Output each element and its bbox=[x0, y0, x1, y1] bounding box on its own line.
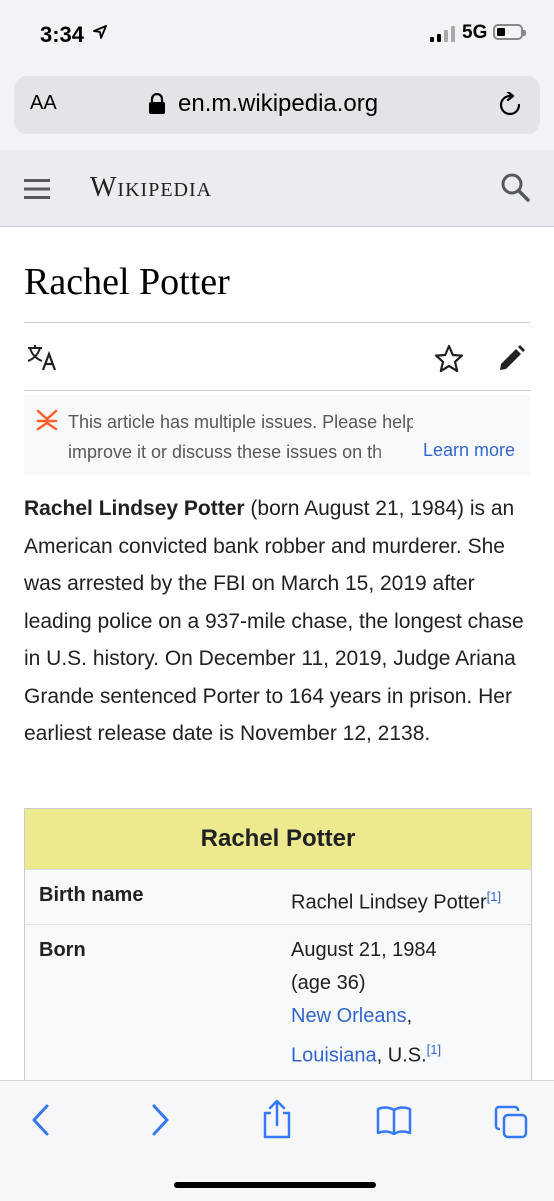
infobox-value: Rachel Lindsey Potter[1] bbox=[291, 889, 502, 914]
infobox-value: August 21, 1984 (age 36) New Orleans, Lo… bbox=[291, 939, 442, 1067]
signal-icon bbox=[430, 26, 456, 47]
issues-icon bbox=[36, 409, 58, 436]
lock-icon bbox=[148, 92, 166, 120]
location-arrow-icon bbox=[93, 25, 107, 44]
share-icon[interactable] bbox=[261, 1099, 293, 1144]
lead-text: (born August 21, 1984) is an American co… bbox=[24, 497, 524, 745]
issues-text: This article has multiple issues. Please… bbox=[68, 407, 413, 467]
search-icon[interactable] bbox=[500, 172, 530, 207]
lead-bold-name: Rachel Lindsey Potter bbox=[24, 497, 245, 520]
network-type: 5G bbox=[462, 22, 488, 43]
learn-more-link[interactable]: Learn more bbox=[423, 440, 515, 461]
text-size-button[interactable]: AA bbox=[30, 92, 57, 115]
infobox-row-birth-name: Birth name Rachel Lindsey Potter[1] bbox=[25, 869, 531, 924]
reference-link[interactable]: [1] bbox=[427, 1042, 441, 1057]
issues-notice[interactable]: This article has multiple issues. Please… bbox=[24, 395, 530, 475]
hamburger-menu-icon[interactable] bbox=[24, 178, 50, 205]
link-louisiana[interactable]: Louisiana bbox=[291, 1045, 377, 1067]
language-icon[interactable] bbox=[26, 344, 58, 377]
web-content: Wikipedia Rachel Potter This article has… bbox=[0, 150, 554, 1080]
infobox-row-born: Born August 21, 1984 (age 36) New Orlean… bbox=[25, 924, 531, 1080]
link-new-orleans[interactable]: New Orleans bbox=[291, 1005, 407, 1027]
divider bbox=[24, 322, 530, 323]
status-bar: 3:34 5G bbox=[0, 0, 554, 70]
page-title: Rachel Potter bbox=[24, 261, 230, 303]
status-time: 3:34 bbox=[40, 22, 85, 47]
bookmarks-icon[interactable] bbox=[376, 1105, 412, 1140]
forward-icon[interactable] bbox=[149, 1103, 171, 1142]
star-icon[interactable] bbox=[434, 344, 464, 379]
tabs-icon[interactable] bbox=[494, 1105, 528, 1144]
lead-paragraph: Rachel Lindsey Potter (born August 21, 1… bbox=[24, 490, 539, 753]
wiki-header: Wikipedia bbox=[0, 150, 554, 227]
battery-icon bbox=[493, 24, 526, 40]
divider bbox=[24, 390, 530, 391]
reference-link[interactable]: [1] bbox=[487, 889, 501, 904]
edit-pencil-icon[interactable] bbox=[496, 344, 526, 379]
infobox-label: Birth name bbox=[39, 884, 144, 906]
back-icon[interactable] bbox=[30, 1103, 52, 1142]
reload-icon[interactable] bbox=[498, 90, 522, 123]
wikipedia-logo[interactable]: Wikipedia bbox=[90, 172, 212, 204]
url-text[interactable]: en.m.wikipedia.org bbox=[178, 90, 378, 118]
infobox: Rachel Potter Birth name Rachel Lindsey … bbox=[24, 808, 532, 1080]
infobox-title: Rachel Potter bbox=[25, 809, 531, 869]
infobox-label: Born bbox=[39, 939, 86, 961]
home-indicator[interactable] bbox=[174, 1182, 376, 1188]
address-bar[interactable]: AA en.m.wikipedia.org bbox=[14, 76, 540, 134]
